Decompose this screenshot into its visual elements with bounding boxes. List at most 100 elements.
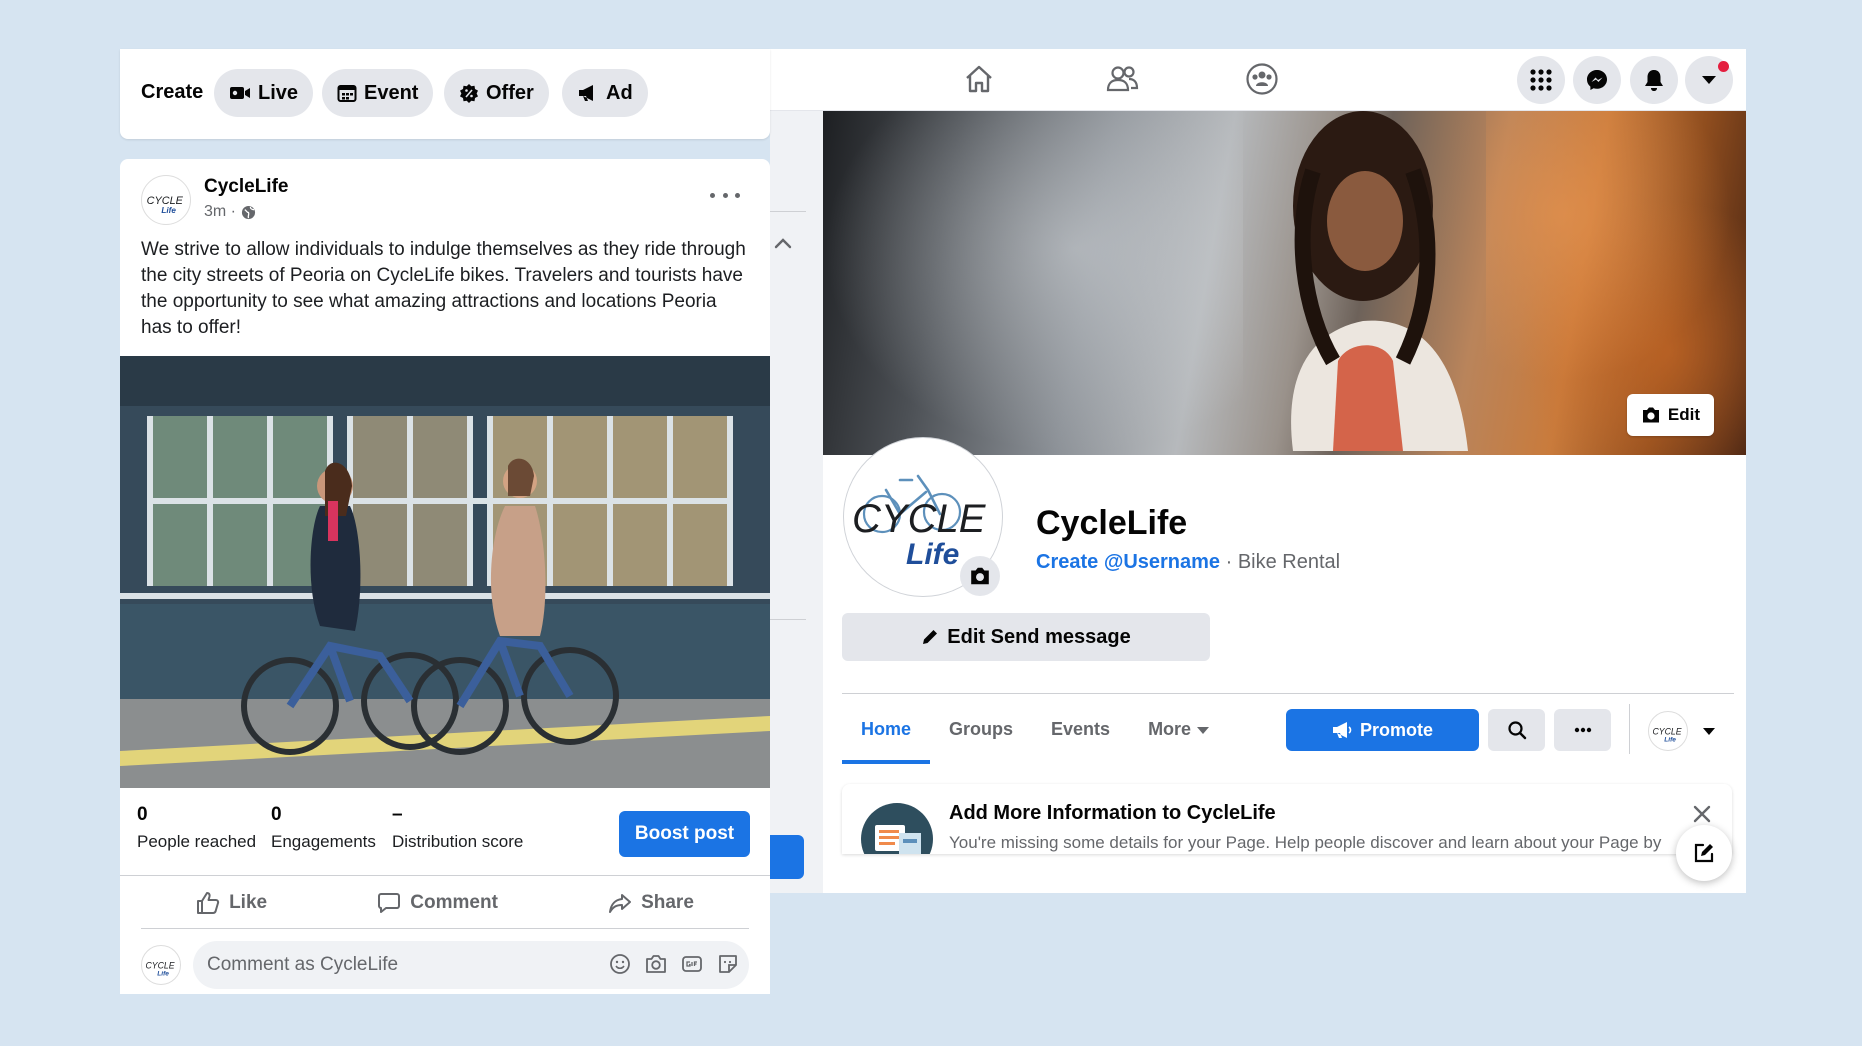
page-category: · Bike Rental [1220, 551, 1341, 573]
calendar-icon [337, 85, 357, 102]
comment-input-icons [609, 953, 739, 975]
add-info-title: Add More Information to CycleLife [949, 802, 1276, 824]
post-card: CYCLE Life CycleLife 3m · We strive to a… [120, 159, 770, 994]
post-timestamp[interactable]: 3m · [204, 203, 236, 221]
compose-message-button[interactable] [1676, 825, 1732, 881]
globe-icon [241, 205, 256, 219]
cyclelife-logo: CYCLE Life [146, 960, 175, 977]
logo-text-top: CYCLE [852, 497, 987, 541]
chevron-up-icon[interactable] [774, 237, 792, 249]
edit-cover-button[interactable]: Edit [1626, 394, 1714, 436]
emoji-icon[interactable] [609, 953, 631, 975]
post-author-avatar[interactable]: CYCLE Life [141, 175, 191, 225]
top-navigation-bar [770, 49, 1746, 111]
offer-icon [460, 84, 478, 103]
chevron-down-icon [1702, 76, 1716, 84]
create-live-button[interactable]: Live [214, 69, 314, 117]
messenger-button[interactable] [1573, 56, 1621, 104]
change-profile-picture-button[interactable] [960, 556, 1000, 596]
background-panel-strip [770, 139, 822, 999]
cover-photo: Edit [823, 111, 1746, 455]
messenger-icon [1587, 70, 1607, 90]
engagements-label: Engagements [271, 832, 376, 851]
cyclelife-logo: CYCLE Life [1653, 726, 1682, 743]
promote-button[interactable]: Promote [1286, 709, 1479, 751]
search-button[interactable] [1488, 709, 1545, 751]
share-arrow-icon [609, 893, 632, 913]
live-label: Live [258, 81, 299, 104]
page-tabs: Home Groups Events More [842, 694, 1228, 764]
svg-text:Life: Life [157, 970, 169, 977]
create-username-link[interactable]: Create @Username [1036, 551, 1220, 573]
tab-more[interactable]: More [1129, 694, 1228, 764]
people-reached-label: People reached [137, 832, 257, 851]
close-icon[interactable] [1690, 802, 1714, 826]
page-subtitle: Create @Username · Bike Rental [1036, 551, 1340, 574]
friends-icon[interactable] [1100, 59, 1144, 99]
menu-grid-button[interactable] [1517, 56, 1565, 104]
page-title: CycleLife [1036, 504, 1188, 542]
tab-groups[interactable]: Groups [930, 694, 1032, 764]
engagements-stat: 0 Engagements [271, 804, 376, 852]
comment-input[interactable]: Comment as CycleLife [193, 941, 749, 989]
account-menu-button[interactable] [1685, 56, 1733, 104]
post-photo-bikes-image [120, 356, 770, 788]
comment-button[interactable]: Comment [377, 877, 498, 928]
boost-post-button[interactable]: Boost post [619, 811, 750, 857]
add-info-description: You're missing some details for your Pag… [949, 833, 1662, 852]
logo-text-bottom: Life [906, 538, 959, 571]
distribution-score-stat: – Distribution score [392, 804, 523, 852]
pencil-icon [923, 630, 938, 644]
toolbar-separator [1629, 704, 1630, 754]
create-ad-button[interactable]: Ad [562, 69, 648, 117]
cover-photo-person [1291, 111, 1468, 451]
svg-text:CYCLE: CYCLE [146, 960, 175, 970]
sticker-icon[interactable] [717, 953, 739, 975]
tab-home[interactable]: Home [842, 694, 931, 764]
create-offer-button[interactable]: Offer [444, 69, 549, 117]
svg-text:Life: Life [161, 206, 176, 215]
edit-send-message-button[interactable]: Edit Send message [842, 613, 1210, 661]
search-icon [1507, 721, 1526, 740]
post-options-button[interactable] [710, 185, 740, 205]
home-icon[interactable] [957, 59, 1001, 99]
post-photo[interactable] [120, 356, 770, 788]
like-button[interactable]: Like [196, 877, 267, 928]
ellipsis-icon [1574, 727, 1591, 733]
notification-dot [1718, 61, 1729, 72]
cyclelife-logo: CYCLE Life [147, 195, 184, 215]
people-reached-stat: 0 People reached [137, 804, 256, 852]
promote-label: Promote [1359, 719, 1433, 740]
megaphone-icon [1332, 722, 1352, 738]
caret-down-icon[interactable] [1703, 728, 1715, 735]
svg-text:CYCLE: CYCLE [1653, 726, 1682, 736]
add-info-card: Add More Information to CycleLife You're… [842, 784, 1732, 854]
thumbs-up-icon [197, 891, 220, 914]
create-label: Create [141, 81, 204, 103]
tab-events[interactable]: Events [1032, 694, 1129, 764]
camera-icon [971, 567, 989, 585]
more-options-button[interactable] [1554, 709, 1611, 751]
share-label: Share [641, 891, 694, 913]
switch-profile-avatar[interactable]: CYCLE Life [1648, 711, 1688, 751]
ad-label: Ad [606, 81, 633, 104]
distribution-score-label: Distribution score [392, 832, 524, 851]
post-actions: Like Comment Share [141, 877, 749, 929]
edit-cover-label: Edit [1667, 405, 1700, 424]
notifications-button[interactable] [1630, 56, 1678, 104]
profile-info-illustration-icon [861, 803, 933, 854]
groups-icon[interactable] [1240, 59, 1284, 99]
video-icon [230, 87, 250, 99]
camera-icon[interactable] [645, 953, 667, 975]
create-event-button[interactable]: Event [322, 69, 434, 117]
post-meta: 3m · [204, 203, 256, 221]
event-label: Event [364, 81, 419, 104]
camera-icon [1642, 407, 1659, 423]
megaphone-icon [579, 85, 593, 101]
post-author-name[interactable]: CycleLife [204, 176, 288, 198]
distribution-score-value: – [392, 804, 403, 825]
share-button[interactable]: Share [608, 877, 694, 928]
comment-bubble-icon [378, 892, 401, 913]
commenter-avatar[interactable]: CYCLE Life [141, 945, 181, 985]
gif-icon[interactable] [681, 953, 703, 975]
